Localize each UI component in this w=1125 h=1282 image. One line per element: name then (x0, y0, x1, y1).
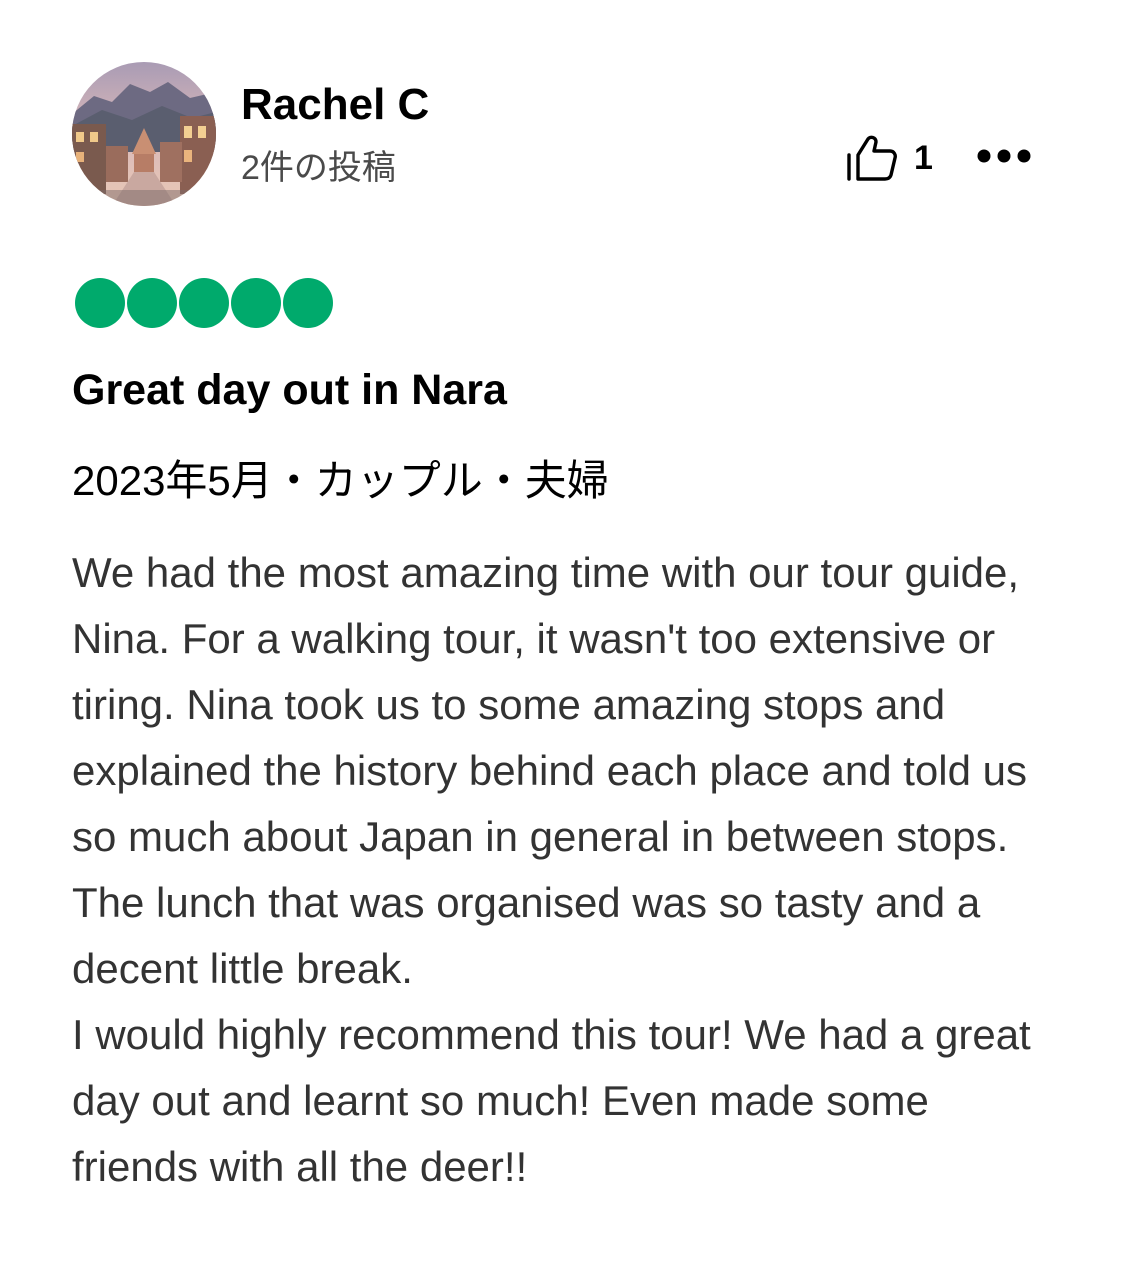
helpful-vote-button[interactable]: 1 (846, 134, 933, 182)
avatar-photo (72, 62, 216, 206)
rating-bubble-icon (283, 278, 333, 328)
reviewer-name[interactable]: Rachel C (241, 78, 429, 132)
rating-bubble-icon (179, 278, 229, 328)
review-paragraph: We had the most amazing time with our to… (72, 549, 1028, 992)
rating-bubble-icon (127, 278, 177, 328)
contribution-count: 2件の投稿 (241, 149, 396, 187)
thumbs-up-icon (846, 135, 900, 181)
trip-info: 2023年5月・カップル・夫婦 (72, 457, 609, 504)
review-title: Great day out in Nara (72, 366, 507, 414)
avatar[interactable] (72, 62, 216, 206)
more-options-button[interactable] (976, 142, 1036, 174)
review-card: Rachel C 2件の投稿 1 Great day out in Nara 2… (0, 0, 1125, 1282)
review-body: We had the most amazing time with our to… (72, 540, 1062, 1200)
rating-bubble-icon (75, 278, 125, 328)
rating-bubbles (75, 278, 333, 328)
rating-bubble-icon (231, 278, 281, 328)
review-paragraph: I would highly recommend this tour! We h… (72, 1011, 1031, 1190)
helpful-count: 1 (914, 139, 933, 177)
more-options-icon (976, 148, 1032, 169)
